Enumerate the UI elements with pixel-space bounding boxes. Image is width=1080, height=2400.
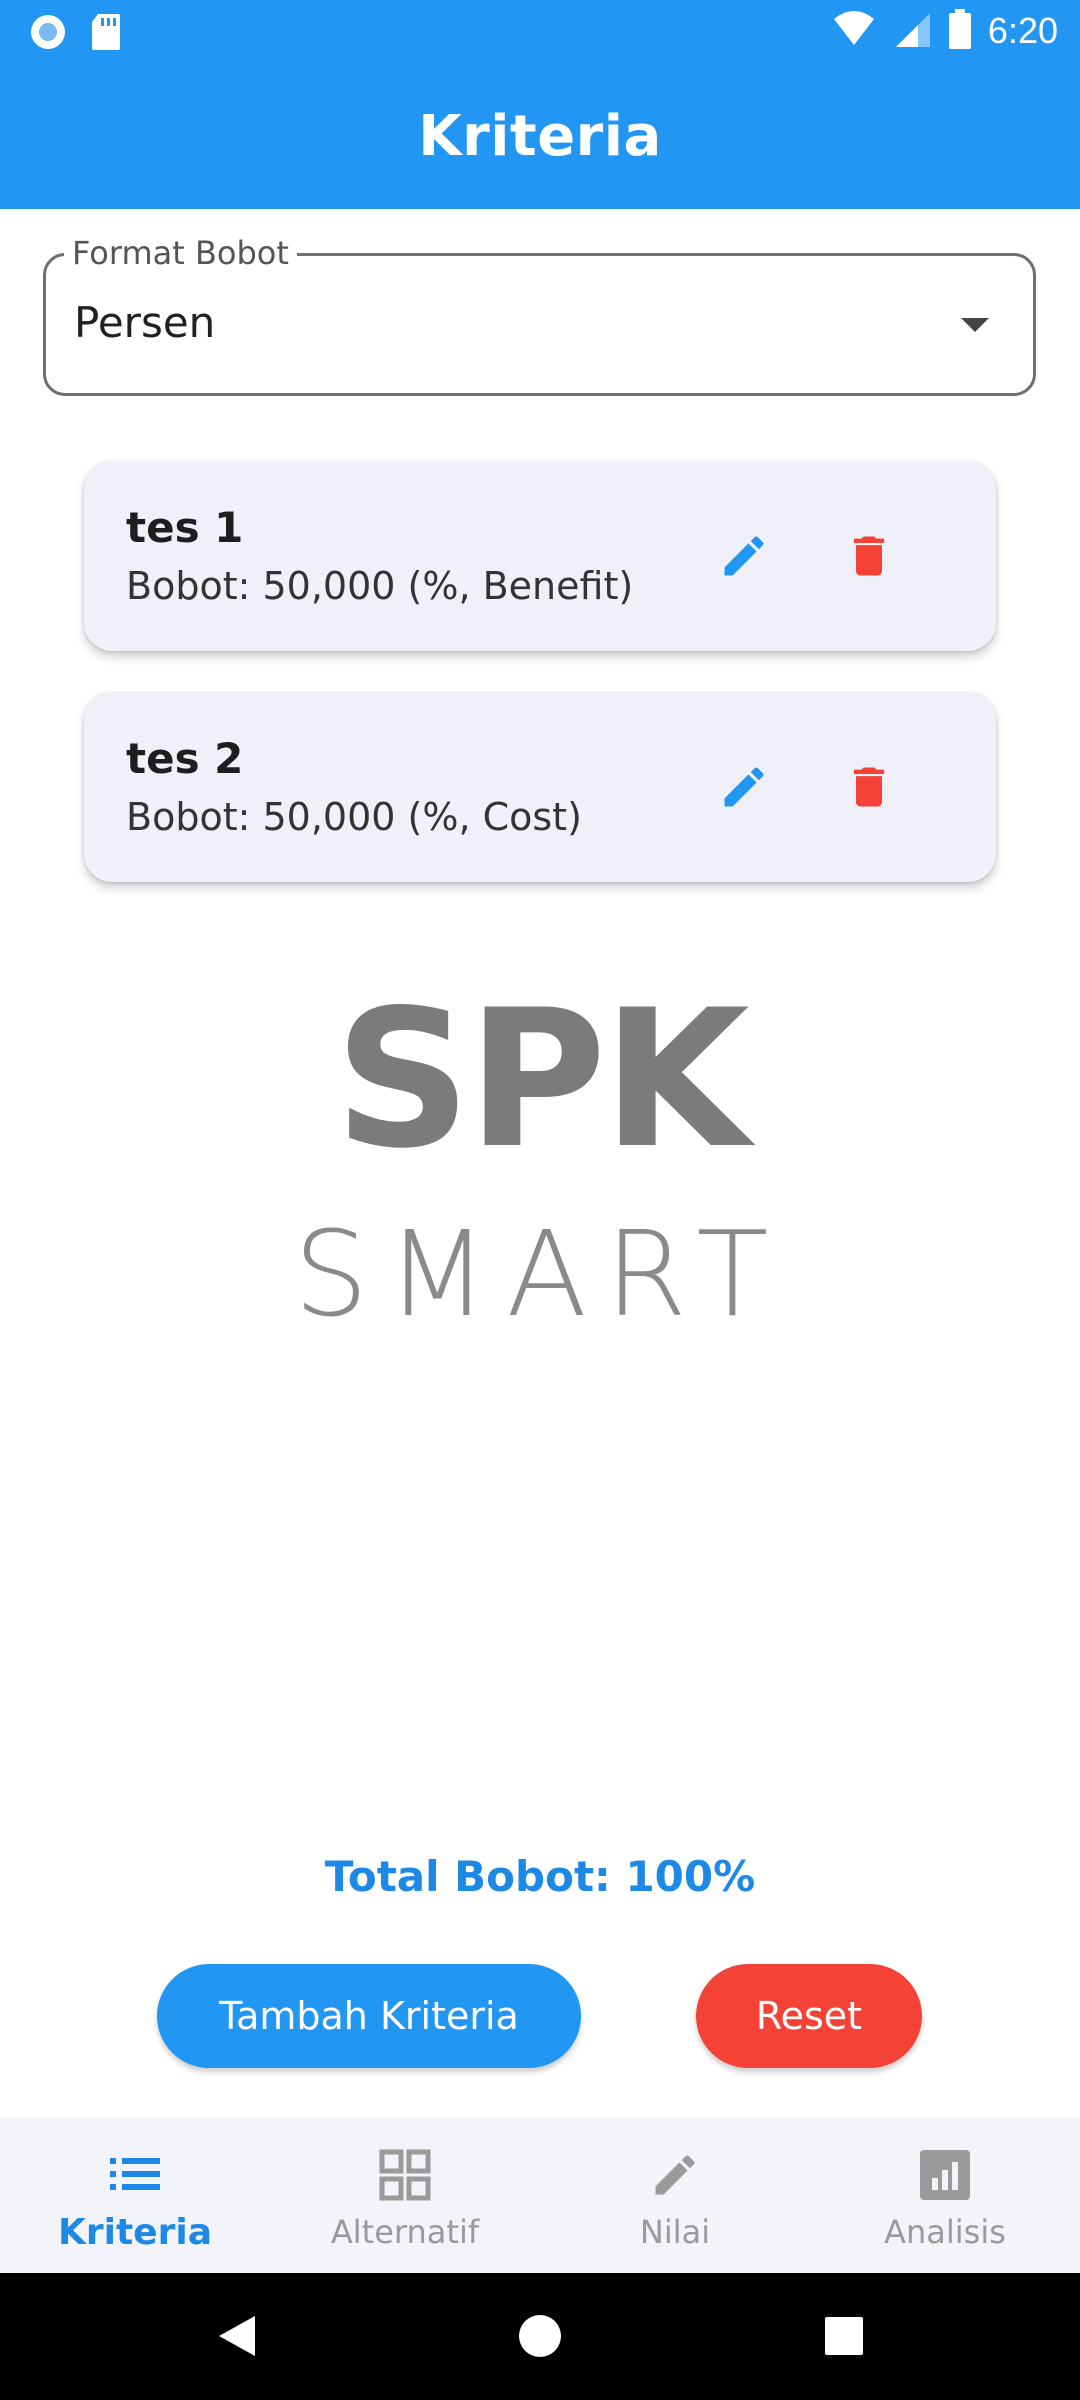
status-time: 6:20 — [987, 10, 1058, 51]
app-bar: Kriteria — [0, 63, 1080, 209]
bar-chart-icon — [920, 2147, 970, 2203]
logo-spk: SPK — [334, 969, 749, 1190]
recents-icon[interactable] — [819, 2311, 869, 2361]
system-nav-bar — [0, 2273, 1080, 2400]
edit-icon[interactable] — [714, 526, 774, 586]
grid-icon — [379, 2147, 431, 2203]
signal-icon — [892, 9, 932, 53]
nav-item-nilai[interactable]: Nilai — [540, 2117, 810, 2273]
reset-button[interactable]: Reset — [696, 1964, 922, 2068]
back-icon[interactable] — [212, 2311, 262, 2361]
list-icon — [110, 2146, 160, 2202]
total-bobot: Total Bobot: 100% — [324, 1852, 756, 1901]
criteria-detail: Bobot: 50,000 (%, Cost) — [126, 795, 582, 839]
edit-icon[interactable] — [714, 757, 774, 817]
delete-icon[interactable] — [839, 526, 899, 586]
format-bobot-label: Format Bobot — [64, 234, 297, 272]
criteria-detail: Bobot: 50,000 (%, Benefit) — [126, 564, 634, 608]
bottom-nav: Kriteria Alternatif Nilai Analisis — [0, 2117, 1080, 2273]
format-bobot-value: Persen — [74, 298, 216, 347]
delete-icon[interactable] — [839, 757, 899, 817]
add-criteria-button[interactable]: Tambah Kriteria — [157, 1964, 581, 2068]
pencil-icon — [649, 2147, 701, 2203]
nav-label: Nilai — [639, 2213, 711, 2251]
status-left-icons — [28, 12, 122, 56]
status-right-icons: 6:20 — [832, 8, 1058, 54]
chevron-down-icon — [961, 318, 989, 332]
nav-item-analisis[interactable]: Analisis — [810, 2117, 1080, 2273]
criteria-name: tes 2 — [126, 734, 244, 783]
page-title: Kriteria — [418, 103, 662, 169]
format-bobot-dropdown[interactable]: Format Bobot Persen — [43, 234, 1036, 396]
status-bar: 6:20 — [0, 0, 1080, 63]
nav-label: Analisis — [884, 2213, 1006, 2251]
radio-icon — [28, 12, 68, 56]
nav-label: Kriteria — [57, 2211, 212, 2253]
wifi-icon — [832, 9, 876, 53]
nav-label: Alternatif — [330, 2213, 480, 2251]
sd-card-icon — [90, 12, 122, 56]
logo-smart: SMART — [293, 1205, 787, 1343]
nav-item-kriteria[interactable]: Kriteria — [0, 2117, 270, 2273]
home-icon[interactable] — [515, 2311, 565, 2361]
battery-icon — [948, 8, 972, 54]
criteria-card[interactable]: tes 2 Bobot: 50,000 (%, Cost) — [84, 692, 996, 882]
nav-item-alternatif[interactable]: Alternatif — [270, 2117, 540, 2273]
criteria-name: tes 1 — [126, 503, 244, 552]
criteria-card[interactable]: tes 1 Bobot: 50,000 (%, Benefit) — [84, 461, 996, 651]
